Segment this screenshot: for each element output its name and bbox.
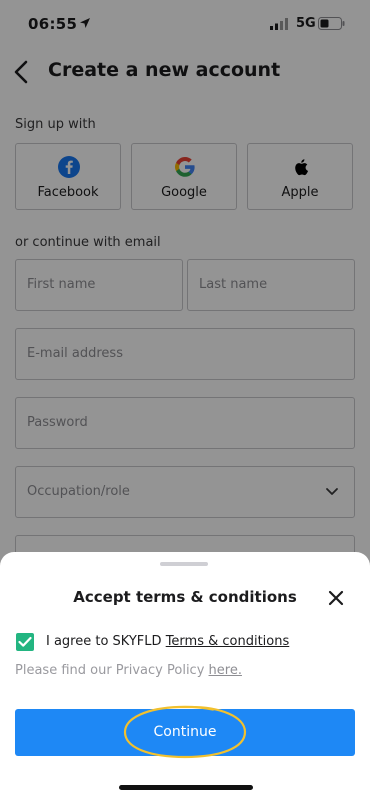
terms-link[interactable]: Terms & conditions (166, 634, 290, 649)
checkmark-icon (18, 636, 32, 647)
privacy-prefix: Please find our Privacy Policy (15, 663, 209, 678)
sheet-title: Accept terms & conditions (73, 588, 297, 606)
home-indicator (119, 785, 253, 790)
terms-bottom-sheet: Accept terms & conditions I agree to SKY… (0, 552, 370, 800)
privacy-text: Please find our Privacy Policy here. (15, 663, 242, 678)
close-icon[interactable] (326, 588, 346, 608)
privacy-link[interactable]: here. (209, 663, 242, 678)
agree-prefix: I agree to SKYFLD (46, 634, 166, 649)
agree-text: I agree to SKYFLD Terms & conditions (46, 634, 289, 649)
terms-checkbox[interactable] (16, 633, 34, 651)
drag-handle[interactable] (160, 562, 208, 566)
highlight-annotation (123, 705, 247, 759)
